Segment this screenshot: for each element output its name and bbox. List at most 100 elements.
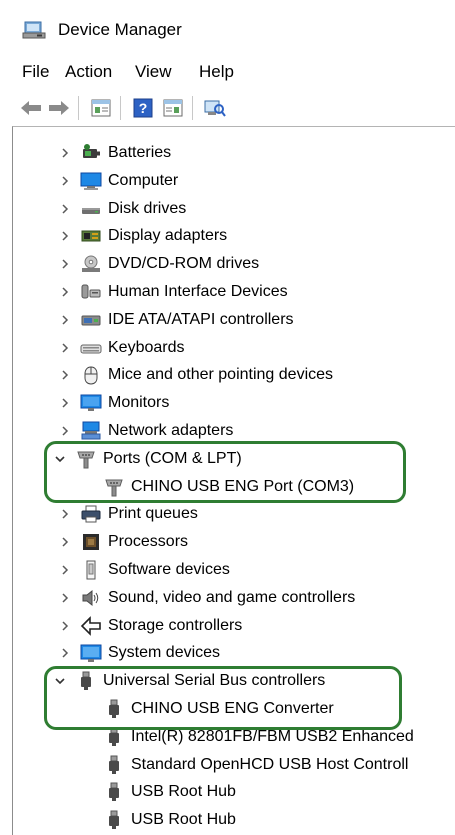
forward-arrow-icon[interactable] [46, 96, 72, 120]
chevron-right-icon[interactable] [58, 257, 72, 271]
tree-category-node[interactable]: Batteries [58, 141, 171, 165]
menu-file[interactable]: File [22, 62, 49, 82]
tree-node-label: USB Root Hub [131, 811, 236, 829]
chevron-right-icon[interactable] [58, 146, 72, 160]
chevron-down-icon[interactable] [53, 452, 67, 466]
chevron-right-icon[interactable] [58, 285, 72, 299]
tree-category-node[interactable]: System devices [58, 641, 220, 665]
menu-view[interactable]: View [135, 62, 172, 82]
tree-category-node[interactable]: Storage controllers [58, 614, 242, 638]
system-device-icon [80, 643, 102, 663]
tree-category-node[interactable]: Print queues [58, 502, 198, 526]
disk-drive-icon [80, 199, 102, 219]
device-tree: Batteries Computer Disk drives Display adap… [12, 126, 455, 835]
battery-icon [80, 143, 102, 163]
chevron-right-icon[interactable] [58, 396, 72, 410]
help-icon[interactable]: ? [130, 96, 156, 120]
chevron-down-icon[interactable] [53, 674, 67, 688]
tree-child-node[interactable]: CHINO USB ENG Port (COM3) [103, 475, 354, 499]
computer-icon [80, 171, 102, 191]
chevron-right-icon[interactable] [58, 507, 72, 521]
mouse-icon [80, 365, 102, 385]
chevron-right-icon[interactable] [58, 313, 72, 327]
tree-node-label: Batteries [108, 144, 172, 161]
usb-icon [103, 755, 125, 775]
printer-icon [80, 504, 102, 524]
chevron-right-icon[interactable] [58, 619, 72, 633]
tree-node-label: Standard OpenHCD USB Host Controll [131, 755, 409, 773]
tree-node-label: Storage controllers [108, 616, 243, 634]
toolbar-separator [120, 96, 121, 120]
usb-icon [103, 727, 125, 747]
port-icon [103, 477, 125, 497]
tree-node-label: Computer [108, 171, 179, 189]
port-icon [75, 449, 97, 469]
tree-node-label: Sound, video and game controllers [108, 588, 356, 606]
processor-icon [80, 532, 102, 552]
tree-category-node[interactable]: Human Interface Devices [58, 280, 288, 304]
tree-category-node[interactable]: Monitors [58, 391, 169, 415]
update-driver-icon[interactable] [160, 96, 186, 120]
menu-action[interactable]: Action [65, 62, 112, 82]
keyboard-icon [80, 338, 102, 358]
chevron-right-icon[interactable] [58, 368, 72, 382]
tree-child-node[interactable]: USB Root Hub [103, 780, 236, 804]
usb-icon [75, 671, 97, 691]
display-adapter-icon [80, 226, 102, 246]
chevron-right-icon[interactable] [58, 535, 72, 549]
chevron-right-icon[interactable] [58, 174, 72, 188]
scan-hardware-icon[interactable] [202, 96, 228, 120]
tree-node-label: Disk drives [108, 199, 187, 217]
chevron-right-icon[interactable] [58, 646, 72, 660]
usb-icon [103, 699, 125, 719]
title-bar: Device Manager [0, 0, 455, 54]
tree-child-node[interactable]: CHINO USB ENG Converter [103, 697, 334, 721]
tree-node-label: Processors [108, 533, 189, 551]
toolbar: ? [0, 90, 455, 126]
monitor-icon [80, 393, 102, 413]
hid-icon [80, 282, 102, 302]
tree-category-node[interactable]: Disk drives [58, 197, 186, 221]
tree-node-label: IDE ATA/ATAPI controllers [108, 310, 294, 328]
tree-category-node[interactable]: Processors [58, 530, 188, 554]
chevron-right-icon[interactable] [58, 424, 72, 438]
tree-node-label: Intel(R) 82801FB/FBM USB2 Enhanced [131, 727, 414, 745]
tree-node-label: Ports (COM & LPT) [103, 449, 242, 467]
chevron-right-icon[interactable] [58, 229, 72, 243]
tree-child-node[interactable]: Standard OpenHCD USB Host Controll [103, 753, 408, 777]
tree-category-node[interactable]: DVD/CD-ROM drives [58, 252, 259, 276]
tree-category-node[interactable]: Keyboards [58, 336, 185, 360]
storage-controller-icon [80, 615, 102, 636]
tree-category-node[interactable]: IDE ATA/ATAPI controllers [58, 308, 294, 332]
tree-category-node[interactable]: Software devices [58, 558, 230, 582]
tree-child-node[interactable]: Intel(R) 82801FB/FBM USB2 Enhanced [103, 725, 414, 749]
tree-category-node[interactable]: Universal Serial Bus controllers [53, 669, 325, 693]
usb-icon [103, 810, 125, 830]
software-device-icon [80, 560, 102, 580]
back-arrow-icon[interactable] [18, 96, 44, 120]
properties-icon[interactable] [88, 96, 114, 120]
dvd-drive-icon [80, 254, 102, 274]
tree-node-label: Human Interface Devices [108, 283, 288, 300]
tree-category-node[interactable]: Computer [58, 169, 178, 193]
chevron-right-icon[interactable] [58, 591, 72, 605]
tree-node-label: Display adapters [108, 227, 228, 245]
chevron-right-icon[interactable] [58, 563, 72, 577]
menu-bar: File Action View Help [0, 58, 455, 86]
tree-category-node[interactable]: Mice and other pointing devices [58, 363, 333, 387]
chevron-right-icon[interactable] [58, 202, 72, 216]
menu-help[interactable]: Help [199, 62, 234, 82]
tree-node-label: CHINO USB ENG Converter [131, 700, 334, 717]
tree-category-node[interactable]: Ports (COM & LPT) [53, 447, 242, 471]
toolbar-separator [78, 96, 79, 120]
chevron-right-icon[interactable] [58, 341, 72, 355]
toolbar-separator [192, 96, 193, 120]
device-manager-icon [22, 20, 46, 40]
tree-node-label: System devices [108, 644, 221, 662]
tree-category-node[interactable]: Display adapters [58, 224, 227, 248]
tree-node-label: Network adapters [108, 422, 234, 439]
tree-child-node[interactable]: USB Root Hub [103, 808, 236, 832]
network-adapter-icon [80, 421, 102, 441]
tree-category-node[interactable]: Network adapters [58, 419, 233, 443]
tree-category-node[interactable]: Sound, video and game controllers [58, 586, 355, 610]
